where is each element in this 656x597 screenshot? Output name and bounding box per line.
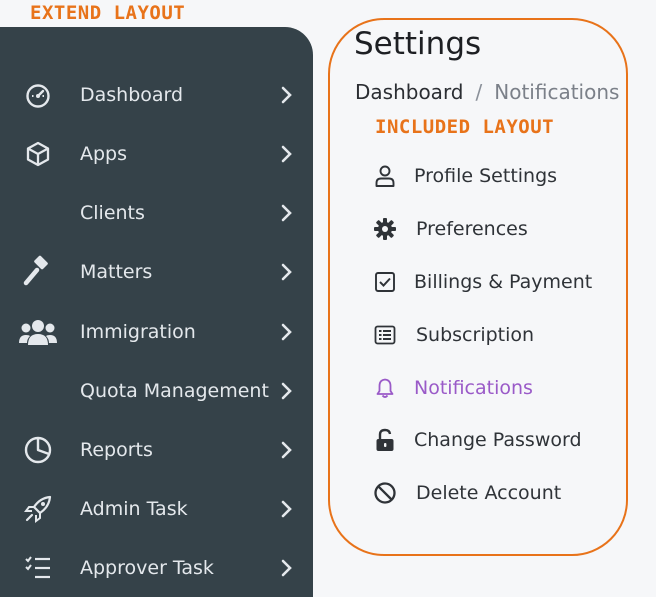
speedometer-icon (18, 75, 58, 115)
checkbox-icon (370, 267, 400, 297)
included-layout-annotation: INCLUDED LAYOUT (375, 116, 555, 138)
sidebar-item-approver-task[interactable]: Approver Task (0, 540, 313, 596)
chevron-right-icon (278, 85, 294, 105)
ban-icon (370, 478, 400, 508)
sidebar-item-admin-task[interactable]: Admin Task (0, 481, 313, 537)
settings-menu-label: Change Password (414, 429, 582, 451)
chevron-right-icon (278, 499, 294, 519)
settings-menu-label: Preferences (416, 218, 528, 240)
chevron-right-icon (278, 144, 294, 164)
breadcrumb-link-dashboard[interactable]: Dashboard (355, 80, 464, 104)
sidebar-item-label: Clients (80, 202, 145, 224)
checklist-icon (18, 548, 58, 588)
sidebar-item-dashboard[interactable]: Dashboard (0, 67, 313, 123)
settings-menu-label: Notifications (414, 377, 533, 399)
chevron-right-icon (278, 381, 294, 401)
sidebar-item-immigration[interactable]: Immigration (0, 304, 313, 360)
breadcrumb-current: Notifications (494, 80, 620, 104)
sidebar-item-reports[interactable]: Reports (0, 422, 313, 478)
sidebar-item-label: Immigration (80, 321, 196, 343)
extend-layout-annotation: EXTEND LAYOUT (30, 2, 186, 24)
unlock-icon (370, 425, 400, 455)
breadcrumb-separator: / (475, 80, 483, 104)
chevron-right-icon (278, 203, 294, 223)
sidebar: Dashboard Apps Clients Matters Immigrati… (0, 27, 313, 597)
sidebar-item-label: Dashboard (80, 84, 184, 106)
settings-menu-label: Billings & Payment (414, 271, 593, 293)
gear-icon (370, 214, 400, 244)
sidebar-item-apps[interactable]: Apps (0, 126, 313, 182)
settings-menu-delete-account[interactable]: Delete Account (370, 475, 561, 511)
sidebar-item-label: Apps (80, 143, 128, 165)
rocket-icon (18, 489, 58, 529)
sidebar-item-quota-management[interactable]: Quota Management (0, 363, 313, 419)
settings-menu-profile-settings[interactable]: Profile Settings (370, 158, 557, 194)
page-title: Settings (354, 26, 482, 62)
settings-menu-label: Delete Account (416, 482, 562, 504)
chevron-right-icon (278, 262, 294, 282)
sidebar-item-label: Matters (80, 261, 153, 283)
sidebar-item-label: Approver Task (80, 557, 214, 579)
sidebar-item-matters[interactable]: Matters (0, 244, 313, 300)
settings-menu-label: Subscription (416, 324, 535, 346)
cube-icon (18, 134, 58, 174)
chevron-right-icon (278, 440, 294, 460)
sidebar-item-label: Reports (80, 439, 153, 461)
settings-menu-preferences[interactable]: Preferences (370, 211, 528, 247)
settings-menu-change-password[interactable]: Change Password (370, 422, 582, 458)
settings-menu-billings-payment[interactable]: Billings & Payment (370, 264, 592, 300)
settings-menu-subscription[interactable]: Subscription (370, 317, 534, 353)
user-icon (370, 161, 400, 191)
chevron-right-icon (278, 322, 294, 342)
pie-chart-icon (18, 430, 58, 470)
sidebar-item-label: Quota Management (80, 380, 269, 402)
settings-menu-label: Profile Settings (414, 165, 558, 187)
list-icon (370, 320, 400, 350)
sidebar-item-clients[interactable]: Clients (0, 185, 313, 241)
users-group-icon (18, 312, 58, 352)
bell-icon (370, 373, 400, 403)
sidebar-item-label: Admin Task (80, 498, 188, 520)
settings-menu-notifications[interactable]: Notifications (370, 370, 533, 406)
breadcrumb: Dashboard / Notifications (355, 80, 619, 104)
gavel-icon (18, 252, 58, 292)
chevron-right-icon (278, 558, 294, 578)
